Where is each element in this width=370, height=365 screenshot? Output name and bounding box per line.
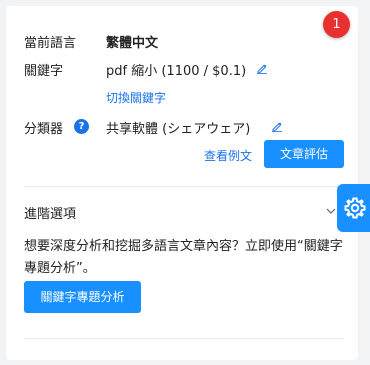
keyword-value: pdf 縮小 (1100 / $0.1) [106,64,247,79]
gear-icon [344,197,366,219]
language-label: 當前語言 [24,36,77,51]
advanced-options-title[interactable]: 進階選項 [24,203,76,222]
view-example-link[interactable]: 查看例文 [204,147,252,164]
divider [24,186,344,187]
language-value: 繁體中文 [106,36,159,51]
notification-badge[interactable]: 1 [323,11,350,38]
settings-tab[interactable] [337,184,370,232]
divider [24,338,344,339]
category-value: 共享軟體 (シェアウェア) [106,122,251,137]
category-label: 分類器 [24,122,64,137]
keyword-topic-analysis-button[interactable]: 關鍵字專題分析 [24,281,141,313]
switch-keyword-link[interactable]: 切換關鍵字 [106,89,166,106]
chevron-down-icon[interactable] [326,207,336,215]
help-icon[interactable]: ? [74,119,89,134]
pencil-icon[interactable] [271,120,283,132]
pencil-icon[interactable] [256,62,268,74]
promo-text: 想要深度分析和挖掘多語言文章內容？立即使用“關鍵字專題分析”。 [24,239,343,276]
evaluate-article-button[interactable]: 文章評估 [264,140,344,168]
keyword-label: 關鍵字 [24,64,64,79]
